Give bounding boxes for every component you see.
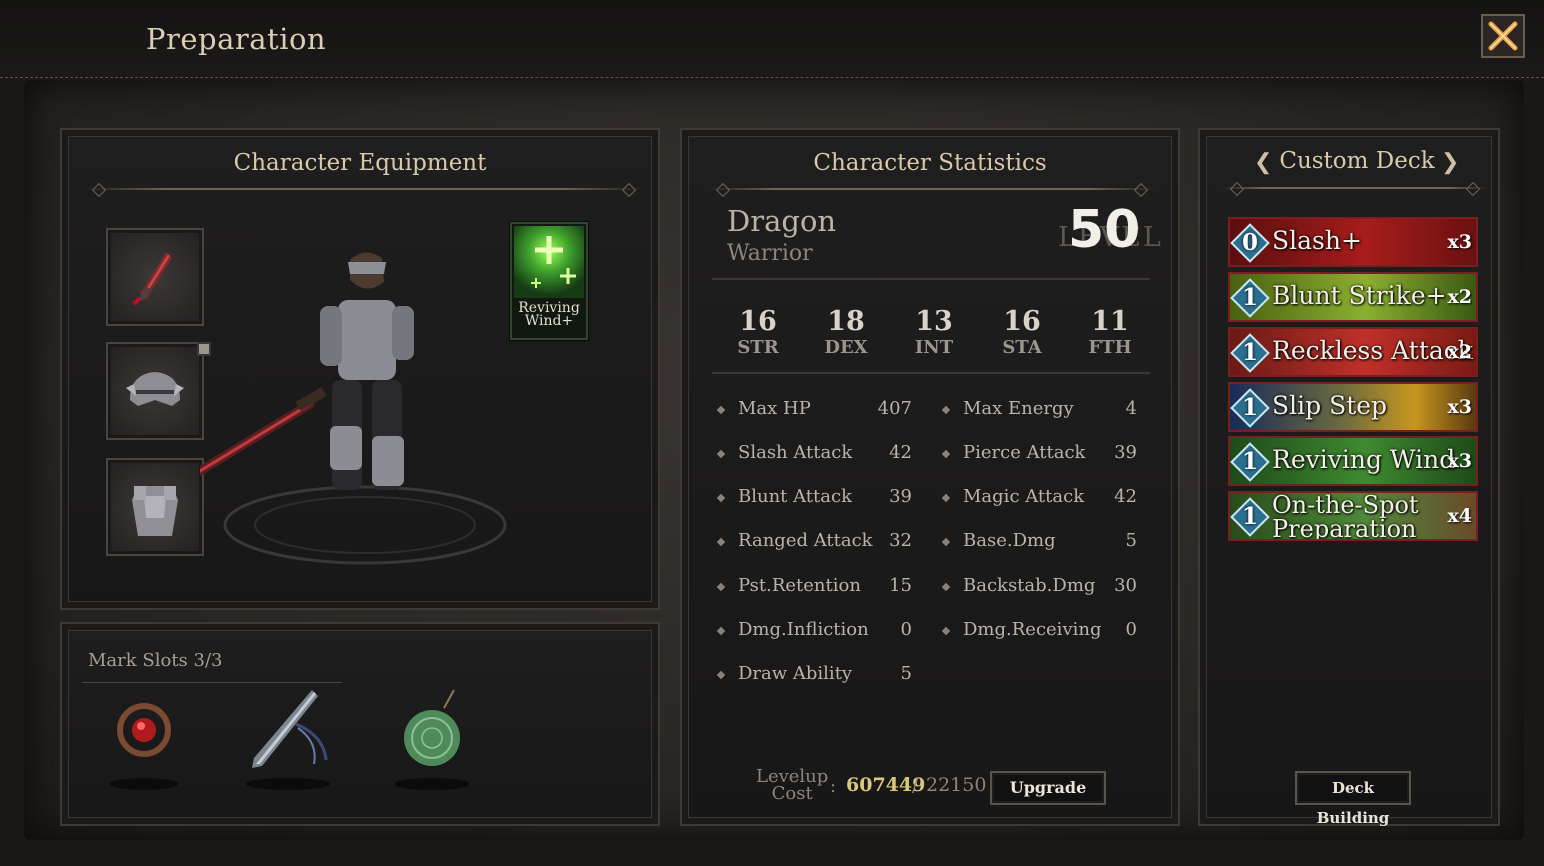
stat-row: Slash Attack 42 [716,442,912,470]
attribute-fth: 11 FTH [1088,306,1132,358]
stat-row: Max Energy 4 [941,398,1137,426]
top-bar: Preparation [0,0,1544,78]
bullet-icon [941,537,951,547]
statistics-divider [708,188,1156,190]
stat-row: Pst.Retention 15 [716,575,912,603]
bullet-icon [716,405,726,415]
character-portrait [200,252,507,565]
deck-card[interactable]: 1 On-the-Spot Preparation x4 [1228,491,1478,541]
attribute-str: 16 STR [737,306,779,358]
attribute-int: 13 INT [914,306,954,358]
deck-card[interactable]: 0 Slash+ x3 [1228,217,1478,267]
page-title: Preparation [146,22,327,56]
levelup-cost-label: Levelup Cost [756,766,829,804]
bullet-icon [941,493,951,503]
upgrade-button[interactable]: Upgrade [990,771,1106,805]
sword-icon [132,252,172,306]
stat-row: Dmg.Infliction 0 [716,619,912,647]
armor-icon [132,486,178,536]
bullet-icon [716,537,726,547]
helmet-slot[interactable] [106,342,211,440]
stat-row: Pierce Attack 39 [941,442,1137,470]
bullet-icon [716,582,726,592]
deck-card[interactable]: 1 Blunt Strike+ x2 [1228,272,1478,322]
equipment-title: Character Equipment [233,150,487,176]
close-icon [1488,21,1518,51]
levelup-required: 22150 [926,774,987,796]
stat-row: Magic Attack 42 [941,486,1137,514]
stats-top-line [712,278,1150,280]
character-class: Warrior [727,241,813,266]
bullet-icon [941,405,951,415]
attribute-sta: 16 STA [1002,306,1042,358]
weapon-slot[interactable] [106,228,204,326]
bullet-icon [941,449,951,459]
deck-building-button[interactable]: Deck Building [1295,771,1411,827]
statistics-title: Character Statistics [813,150,1047,176]
bullet-icon [716,626,726,636]
deck-next-button[interactable]: ❯ [1441,150,1459,175]
equipment-divider [84,188,644,190]
stat-row: Max HP 407 [716,398,912,426]
stat-row: Base.Dmg 5 [941,530,1137,558]
bullet-icon [941,626,951,636]
stat-row: Backstab.Dmg 30 [941,575,1137,603]
feather-dagger-icon[interactable] [240,684,336,792]
close-button[interactable] [1481,14,1525,58]
stats-mid-line [712,372,1150,374]
ruby-amulet-icon[interactable] [108,692,180,792]
attribute-dex: 18 DEX [824,306,868,358]
stat-row: Blunt Attack 39 [716,486,912,514]
bullet-icon [716,493,726,503]
level-value: 50 [1068,200,1141,260]
deck-card[interactable]: 1 Reviving Wind x3 [1228,436,1478,486]
bullet-icon [716,449,726,459]
stat-row: Ranged Attack 32 [716,530,912,558]
bullet-icon [941,582,951,592]
deck-title: Custom Deck [1279,148,1435,174]
character-name: Dragon [727,204,837,238]
deck-divider [1222,187,1488,189]
mark-slots-title: Mark Slots 3/3 [88,650,223,671]
stat-row: Draw Ability 5 [716,663,912,691]
armor-slot[interactable] [106,458,204,556]
bullet-icon [716,670,726,680]
levelup-separator: / [912,774,919,796]
levelup-colon: : [830,776,837,797]
deck-card[interactable]: 1 Reckless Attack x2 [1228,327,1478,377]
helmet-icon [126,372,184,406]
stat-row: Dmg.Receiving 0 [941,619,1137,647]
jade-medallion-icon[interactable] [392,686,472,792]
mark-slots-divider [82,682,342,683]
deck-card[interactable]: 1 Slip Step x3 [1228,382,1478,432]
